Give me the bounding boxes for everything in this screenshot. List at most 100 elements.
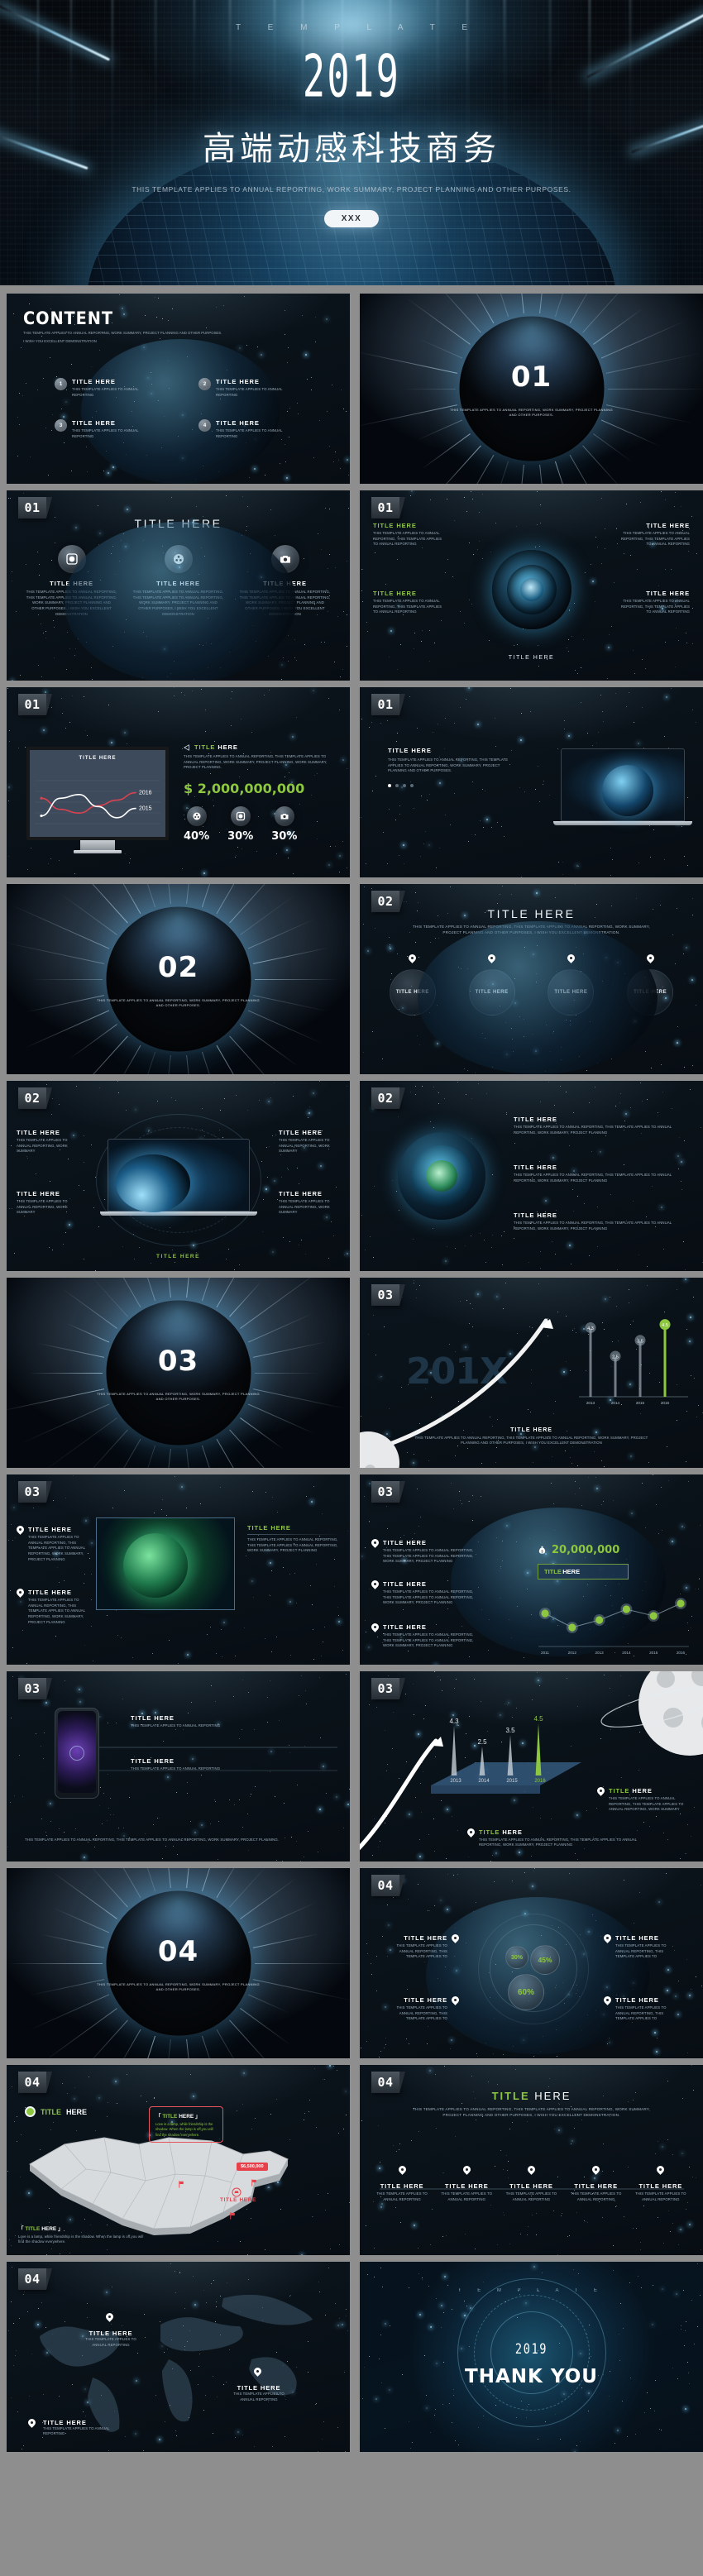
slide-divider-04[interactable]: 04 THIS TEMPLATE APPLIES TO ANNUAL REPOR… [7, 1868, 350, 2058]
pin-icon [657, 2166, 664, 2176]
slides-grid: CONTENT THIS TEMPLATE APPLIES TO ANNUAL … [0, 285, 703, 2460]
note-accent: TITLE [609, 1787, 629, 1795]
svg-text:2016: 2016 [677, 1651, 686, 1655]
bubble-note[interactable]: TITLE HERE THIS TEMPLATE APPLIES TO ANNU… [604, 1934, 680, 1960]
ring-note[interactable]: TITLE HERE THIS TEMPLATE APPLIES TO ANNU… [514, 1116, 683, 1135]
scatter-tag[interactable]: TITLE HERE [538, 1564, 629, 1580]
pin-icon [604, 1934, 611, 1944]
bubble[interactable]: 60% [508, 1974, 544, 2010]
item-body: THIS TEMPLATE APPLIES TO ANNUAL REPORTIN… [438, 2191, 495, 2202]
pin-icon [371, 1580, 379, 1590]
stat-block[interactable]: 40% [184, 806, 209, 843]
hero-cta-button[interactable]: XXX [324, 210, 379, 227]
bubble[interactable]: 45% [530, 1945, 560, 1975]
slide-china-map[interactable]: 04 TITLE HERE 「 TITLE HERE 」 Love is a l… [7, 2065, 350, 2255]
item-number: 1 [55, 378, 67, 390]
pin-icon [28, 2419, 39, 2433]
note-title: TITLE HERE [383, 1996, 447, 2004]
scatter-note[interactable]: TITLE HERE THIS TEMPLATE APPLIES TO ANNU… [371, 1623, 479, 1649]
slide-rocket-bars[interactable]: 03 201X 4.3 2013 2.5 2014 3.5 2015 4.5 2016 TIT… [360, 1278, 703, 1468]
note-title: TITLE HERE [17, 1129, 78, 1136]
ring-note[interactable]: TITLE HERE THIS TEMPLATE APPLIES TO ANNU… [514, 1164, 683, 1183]
hero-subtitle: THIS TEMPLATE APPLIES TO ANNUAL REPORTIN… [0, 185, 703, 194]
lens-note[interactable]: TITLE HERE THIS TEMPLATE APPLIES TO ANNU… [373, 590, 446, 615]
note-title: TITLE HERE [247, 1524, 340, 1532]
content-item[interactable]: 2 TITLE HERE THIS TEMPLATE APPLIES TO AN… [198, 378, 314, 398]
timeline-item[interactable]: TITLE HERE THIS TEMPLATE APPLIES TO ANNU… [568, 2166, 624, 2202]
slide-timeline[interactable]: 04 TITLE HERE THIS TEMPLATE APPLIES TO A… [360, 2065, 703, 2255]
slide-world-map[interactable]: 04 TITLE HERE THIS TEMPLATE APPLIES TO A… [7, 2262, 350, 2452]
timeline-item[interactable]: TITLE HERE THIS TEMPLATE APPLIES TO ANNU… [374, 2166, 430, 2202]
note-body: THIS TEMPLATE APPLIES TO ANNUAL REPORTIN… [373, 599, 446, 615]
slide-three-icons[interactable]: 01 TITLE HERE TITLE HERE THIS TEMPLATE A… [7, 490, 350, 681]
tag-accent: TITLE [544, 1568, 562, 1575]
slide-phone[interactable]: 03 TITLE HERE THIS TEMPLATE APPLIES TO A… [7, 1671, 350, 1862]
laptop-note[interactable]: TITLE HERE THIS TEMPLATE APPLIES TO ANNU… [279, 1190, 340, 1216]
lens-note[interactable]: TITLE HERE THIS TEMPLATE APPLIES TO ANNU… [373, 522, 446, 547]
laptop-note[interactable]: TITLE HERE THIS TEMPLATE APPLIES TO ANNU… [279, 1129, 340, 1154]
item-title: TITLE HERE [216, 419, 289, 427]
bubble[interactable]: 30% [505, 1946, 528, 1969]
spike-note-right[interactable]: TITLE HERE THIS TEMPLATE APPLIES TO ANNU… [597, 1787, 693, 1813]
map-callout[interactable]: 「 TITLE HERE 」 Love is a lamp, while fri… [149, 2106, 223, 2143]
laptop-note[interactable]: TITLE HERE THIS TEMPLATE APPLIES TO ANNU… [17, 1129, 78, 1154]
lens-note[interactable]: TITLE HERE THIS TEMPLATE APPLIES TO ANNU… [617, 590, 690, 615]
ring-note[interactable]: TITLE HERE THIS TEMPLATE APPLIES TO ANNU… [514, 1212, 683, 1231]
hero-cover-slide: T E M P L A T E 2019 高端动感科技商务 THIS TEMPL… [0, 0, 703, 285]
content-item[interactable]: 3 TITLE HERE THIS TEMPLATE APPLIES TO AN… [55, 419, 170, 439]
laptop-note[interactable]: TITLE HERE THIS TEMPLATE APPLIES TO ANNU… [17, 1190, 78, 1216]
bubble-note[interactable]: TITLE HERE THIS TEMPLATE APPLIES TO ANNU… [383, 1996, 459, 2022]
note-title: TITLE HERE [28, 1589, 88, 1596]
lens-note[interactable]: TITLE HERE THIS TEMPLATE APPLIES TO ANNU… [617, 522, 690, 547]
monitor-graphic: TITLE HERE 2016 2015 [26, 747, 169, 853]
slide-laptop-02[interactable]: 02 TITLE HERE THIS TEMPLATE APPLIES TO A… [7, 1081, 350, 1271]
laptop-graphic [561, 748, 685, 825]
slide-bubbles[interactable]: 04 30% 45% 60% TITLE HERE THIS TEMPLATE … [360, 1868, 703, 2058]
world-pin[interactable]: TITLE HERE THIS TEMPLATE APPLIES TO ANNU… [79, 2313, 142, 2348]
timeline-item[interactable]: TITLE HERE THIS TEMPLATE APPLIES TO ANNU… [503, 2166, 559, 2202]
world-pin[interactable]: TITLE HERE THIS TEMPLATE APPLIES TO ANNU… [227, 2368, 290, 2402]
note-body: THIS TEMPLATE APPLIES TO ANNUAL REPORTIN… [28, 1598, 88, 1625]
bubble-note[interactable]: TITLE HERE THIS TEMPLATE APPLIES TO ANNU… [604, 1996, 680, 2022]
slide-four-circles[interactable]: 02 TITLE HERE THIS TEMPLATE APPLIES TO A… [360, 884, 703, 1074]
dot-indicators[interactable] [388, 784, 512, 787]
section-badge: 01 [371, 694, 399, 715]
timeline-item[interactable]: TITLE HERE THIS TEMPLATE APPLIES TO ANNU… [633, 2166, 689, 2202]
slide-scatter[interactable]: 03 TITLE HERE THIS TEMPLATE APPLIES TO A… [360, 1474, 703, 1665]
note-title: TITLE HERE [615, 1996, 680, 2004]
slide-divider-03[interactable]: 03 THIS TEMPLATE APPLIES TO ANNUAL REPOR… [7, 1278, 350, 1468]
item-title: TITLE HERE [72, 378, 145, 385]
slide-divider-01[interactable]: 01 THIS TEMPLATE APPLIES TO ANNUAL REPOR… [360, 294, 703, 484]
slide-ring[interactable]: 02 TITLE HERE THIS TEMPLATE APPLIES TO A… [360, 1081, 703, 1271]
world-pin[interactable]: TITLE HERE THIS TEMPLATE APPLIES TO ANNU… [28, 2419, 122, 2437]
slide-thank-you[interactable]: T E M P L A T E 2019 THANK YOU [360, 2262, 703, 2452]
slide-content[interactable]: CONTENT THIS TEMPLATE APPLIES TO ANNUAL … [7, 294, 350, 484]
slide-divider-02[interactable]: 02 THIS TEMPLATE APPLIES TO ANNUAL REPOR… [7, 884, 350, 1074]
svg-text:3.5: 3.5 [505, 1727, 515, 1734]
item-number: 2 [198, 378, 211, 390]
scatter-note[interactable]: TITLE HERE THIS TEMPLATE APPLIES TO ANNU… [371, 1580, 479, 1606]
content-item[interactable]: 4 TITLE HERE THIS TEMPLATE APPLIES TO AN… [198, 419, 314, 439]
scatter-note[interactable]: TITLE HERE THIS TEMPLATE APPLIES TO ANNU… [371, 1539, 479, 1565]
note-body: THIS TEMPLATE APPLIES TO ANNUAL REPORTIN… [17, 1199, 78, 1216]
slide-spike-chart[interactable]: 03 4.3 2013 2.5 2014 3.5 2015 4.5 2016 TITLE HE… [360, 1671, 703, 1862]
pin-body: THIS TEMPLATE APPLIES TO ANNUAL REPORTIN… [43, 2426, 122, 2437]
planet-note[interactable]: TITLE HERE THIS TEMPLATE APPLIES TO ANNU… [17, 1589, 88, 1625]
content-header: CONTENT THIS TEMPLATE APPLIES TO ANNUAL … [23, 308, 222, 345]
svg-text:2015: 2015 [139, 806, 152, 812]
planet-side-note[interactable]: TITLE HERE THIS TEMPLATE APPLIES TO ANNU… [247, 1524, 340, 1554]
slide-lens[interactable]: 01 TITLE HERE TITLE HERE THIS TEMPLATE A… [360, 490, 703, 681]
content-item[interactable]: 1 TITLE HERE THIS TEMPLATE APPLIES TO AN… [55, 378, 170, 398]
stat-block[interactable]: 30% [271, 806, 297, 843]
slide-laptop-01[interactable]: 01 TITLE HERE THIS TEMPLATE APPLIES TO A… [360, 687, 703, 877]
slide-planet-card[interactable]: 03 TITLE HERE THIS TEMPLATE APPLIES TO A… [7, 1474, 350, 1665]
spike-note-bottom[interactable]: TITLE HERE THIS TEMPLATE APPLIES TO ANNU… [467, 1828, 641, 1848]
note-body: THIS TEMPLATE APPLIES TO ANNUAL REPORTIN… [28, 1535, 88, 1562]
timeline-item[interactable]: TITLE HERE THIS TEMPLATE APPLIES TO ANNU… [438, 2166, 495, 2202]
laptop-body: THIS TEMPLATE APPLIES TO ANNUAL REPORTIN… [388, 758, 512, 774]
svg-text:2015: 2015 [636, 1401, 645, 1405]
planet-note[interactable]: TITLE HERE THIS TEMPLATE APPLIES TO ANNU… [17, 1526, 88, 1562]
bubble-note[interactable]: TITLE HERE THIS TEMPLATE APPLIES TO ANNU… [383, 1934, 459, 1960]
slide-monitor-chart[interactable]: 01 TITLE HERE 2016 2015 TITLE HERE THIS T… [7, 687, 350, 877]
stat-block[interactable]: 30% [227, 806, 253, 843]
